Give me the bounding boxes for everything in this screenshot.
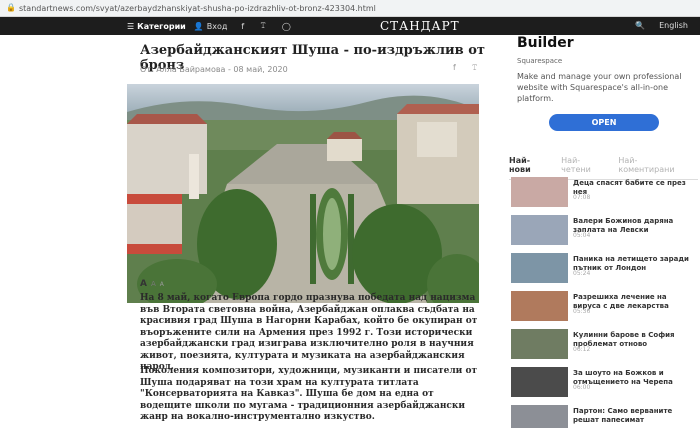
font-size-large[interactable]: A — [140, 279, 147, 289]
site-top-navigation: ☰ Категории 👤 Вход f 𝚃 ◯ СТАНДАРТ 🔍 Engl… — [0, 17, 700, 35]
news-item[interactable]: Деца спасят бабите се през нея 07:08 — [509, 175, 698, 208]
news-title: Паника на летището заради пътник от Лонд… — [573, 255, 689, 272]
share-buttons: f 𝚃 — [453, 63, 477, 73]
advertisement-box: Builder Squarespace Make and manage your… — [509, 35, 698, 137]
news-title: Кулинни барове в София проблемат отново — [573, 331, 675, 348]
aerial-town-photo — [127, 84, 479, 303]
news-item[interactable]: Кулинни барове в София проблемат отново … — [509, 327, 698, 360]
twitter-icon[interactable]: 𝚃 — [260, 21, 266, 31]
ad-brand: Squarespace — [517, 57, 563, 65]
news-time: 05:36 — [573, 308, 591, 315]
tab-most-read[interactable]: Най-четени — [561, 156, 602, 174]
facebook-share-icon[interactable]: f — [453, 63, 456, 73]
twitter-share-icon[interactable]: 𝚃 — [472, 63, 478, 73]
url-text: standartnews.com/svyat/azerbaydzhanskiya… — [19, 3, 376, 13]
instagram-icon[interactable]: ◯ — [282, 22, 291, 31]
news-thumbnail — [511, 291, 568, 321]
news-title: Деца спасят бабите се през нея — [573, 179, 686, 196]
user-icon: 👤 — [193, 21, 204, 31]
ad-open-button[interactable]: OPEN — [549, 114, 659, 131]
facebook-icon[interactable]: f — [241, 22, 244, 31]
search-icon[interactable]: 🔍 — [635, 21, 645, 30]
language-link[interactable]: English — [659, 21, 688, 30]
article-paragraph: Поколения композитори, художници, музика… — [140, 366, 478, 422]
news-title: Партон: Само верваните решат папесимат — [573, 407, 673, 424]
article-hero-image — [127, 84, 479, 303]
article-page: Азербайджанският Шуша - по-издръжлив от … — [0, 35, 700, 428]
tab-most-commented[interactable]: Най-коментирани — [618, 156, 682, 174]
news-title: Валери Божинов даряна заплата на Левски — [573, 217, 674, 234]
news-thumbnail — [511, 329, 568, 359]
tab-latest[interactable]: Най-нови — [509, 156, 545, 174]
news-title: За шоуто на Божков и отмъщението на Чере… — [573, 369, 673, 386]
news-thumbnail — [511, 405, 568, 428]
news-time: 05:04 — [573, 232, 591, 239]
news-time: 05:24 — [573, 270, 591, 277]
categories-menu-button[interactable]: ☰ Категории — [127, 22, 186, 31]
news-time: 06:00 — [573, 384, 591, 391]
news-item[interactable]: Партон: Само верваните решат папесимат — [509, 403, 698, 428]
news-time: 06:12 — [573, 346, 591, 353]
article-paragraph: На 8 май, когато Европа гордо празнува п… — [140, 293, 478, 372]
ad-title: Builder — [517, 35, 574, 51]
hamburger-icon: ☰ — [127, 21, 135, 31]
sidebar-news-list: Деца спасят бабите се през нея 07:08 Вал… — [509, 175, 698, 428]
article-byline: От: Алла Байрамова - 08 май, 2020 — [140, 65, 288, 74]
font-size-controls: A A A — [140, 279, 164, 289]
browser-address-bar[interactable]: 🔒 standartnews.com/svyat/azerbaydzhanski… — [0, 0, 700, 17]
font-size-small[interactable]: A — [160, 281, 164, 288]
news-item[interactable]: Валери Божинов даряна заплата на Левски … — [509, 213, 698, 246]
news-thumbnail — [511, 177, 568, 207]
login-button[interactable]: 👤 Вход — [194, 22, 228, 31]
font-size-medium[interactable]: A — [151, 280, 156, 288]
news-time: 07:08 — [573, 194, 591, 201]
news-item[interactable]: За шоуто на Божков и отмъщението на Чере… — [509, 365, 698, 398]
news-thumbnail — [511, 367, 568, 397]
lock-icon: 🔒 — [6, 3, 16, 12]
ad-text: Make and manage your own professional we… — [517, 72, 682, 103]
site-logo[interactable]: СТАНДАРТ — [380, 19, 460, 33]
news-thumbnail — [511, 215, 568, 245]
news-item[interactable]: Паника на летището заради пътник от Лонд… — [509, 251, 698, 284]
news-thumbnail — [511, 253, 568, 283]
news-item[interactable]: Разрешиха лечение на вируса с две лекарс… — [509, 289, 698, 322]
news-title: Разрешиха лечение на вируса с две лекарс… — [573, 293, 669, 310]
